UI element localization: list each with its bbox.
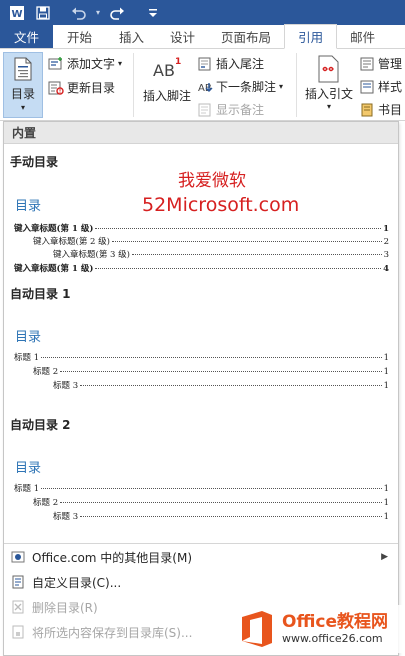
ribbon-tabs: 文件 开始 插入 设计 页面布局 引用 邮件 <box>0 24 405 49</box>
undo-dropdown-icon[interactable]: ▾ <box>94 2 102 24</box>
manage-sources-icon <box>360 57 374 70</box>
insert-citation-button[interactable]: 插入引文 ▾ <box>303 55 355 111</box>
auto-toc-1-line: 标题 31 <box>53 381 389 391</box>
gallery-header-builtin: 内置 <box>4 122 398 144</box>
auto-toc-1-line: 标题 21 <box>33 367 389 377</box>
insert-footnote-button[interactable]: AB 1 插入脚注 <box>142 55 192 104</box>
office26-logo: Office教程网 www.office26.com <box>238 605 403 653</box>
next-footnote-icon: AB <box>198 82 213 94</box>
auto-toc-2-title: 自动目录 2 <box>10 418 71 432</box>
chevron-down-icon: ▾ <box>326 102 331 111</box>
svg-text:W: W <box>11 9 22 20</box>
svg-text:!: ! <box>59 89 61 95</box>
next-footnote-button[interactable]: AB 下一条脚注 ▾ <box>197 78 283 95</box>
auto-toc-1-title: 自动目录 1 <box>10 287 71 301</box>
insert-endnote-button[interactable]: 插入尾注 <box>197 55 264 72</box>
show-notes-button[interactable]: 显示备注 <box>197 101 264 118</box>
bibliography-button[interactable]: 书目 <box>360 101 402 118</box>
auto-toc-1-preview-title: 目录 <box>15 330 42 345</box>
manual-toc-line: 键入章标题(第 3 级) 3 <box>53 250 389 260</box>
manual-toc-line: 键入章标题(第 2 级) 2 <box>33 237 389 247</box>
tab-insert[interactable]: 插入 <box>106 24 157 48</box>
update-toc-button[interactable]: ! 更新目录 <box>48 79 115 96</box>
more-tocs-office-com[interactable]: Office.com 中的其他目录(M) ▶ <box>4 545 398 569</box>
tab-design[interactable]: 设计 <box>157 24 208 48</box>
insert-citation-icon <box>318 55 339 83</box>
watermark-line1: 我爱微软 <box>178 171 246 191</box>
tab-mailings[interactable]: 邮件 <box>337 24 388 48</box>
save-to-gallery-icon <box>12 625 24 639</box>
submenu-arrow-icon: ▶ <box>381 552 388 562</box>
watermark-line2: 52Microsoft.com <box>142 194 300 216</box>
logo-url-text: www.office26.com <box>282 632 383 645</box>
insert-endnote-icon <box>198 57 211 70</box>
add-text-icon <box>48 56 62 69</box>
auto-toc-2-preview[interactable]: 目录 标题 11 标题 21 标题 31 <box>9 435 393 535</box>
show-notes-icon <box>198 103 211 116</box>
tab-references[interactable]: 引用 <box>284 24 338 49</box>
svg-text:AB: AB <box>153 61 175 80</box>
chevron-down-icon: ▾ <box>118 59 123 68</box>
office-com-icon <box>11 551 25 563</box>
manual-toc-title: 手动目录 <box>10 155 59 169</box>
manual-toc-line: 键入章标题(第 1 级) 4 <box>14 264 389 274</box>
citation-style-icon <box>360 80 374 93</box>
auto-toc-2-line: 标题 31 <box>53 512 389 522</box>
logo-brand-text: Office教程网 <box>282 612 389 632</box>
auto-toc-1-line: 标题 11 <box>14 353 389 363</box>
word-app-icon[interactable]: W <box>6 2 28 24</box>
quick-access-toolbar: W ▾ <box>0 0 405 25</box>
auto-toc-1-preview[interactable]: 目录 标题 11 标题 21 标题 31 <box>9 304 393 399</box>
table-of-contents-button[interactable]: 目录 ▾ <box>3 52 43 118</box>
auto-toc-2-line: 标题 11 <box>14 484 389 494</box>
svg-text:AB: AB <box>198 83 212 94</box>
remove-toc-icon <box>12 600 24 614</box>
tab-page-layout[interactable]: 页面布局 <box>208 24 284 48</box>
ribbon-references: 目录 ▾ 添加文字 ▾ ! 更新目录 AB 1 插入脚注 插入尾注 AB 下一条脚… <box>0 49 405 121</box>
svg-text:1: 1 <box>175 57 181 67</box>
toc-button-label: 目录 <box>10 87 35 101</box>
tab-file[interactable]: 文件 <box>0 24 53 48</box>
custom-toc-menu-item[interactable]: 自定义目录(C)... <box>4 570 398 594</box>
customize-qat-icon[interactable] <box>142 2 164 24</box>
save-icon[interactable] <box>32 2 54 24</box>
manual-toc-line: 键入章标题(第 1 级) 1 <box>14 224 389 234</box>
update-toc-icon: ! <box>48 81 64 95</box>
table-of-contents-icon <box>14 57 32 81</box>
add-text-button[interactable]: 添加文字 ▾ <box>48 55 122 72</box>
undo-icon[interactable] <box>68 2 90 24</box>
manage-sources-button[interactable]: 管理 <box>360 55 402 72</box>
chevron-down-icon: ▾ <box>279 82 284 91</box>
citation-style-button[interactable]: 样式 <box>360 78 402 95</box>
chevron-down-icon: ▾ <box>20 103 25 112</box>
manual-toc-preview-title: 目录 <box>15 199 42 214</box>
insert-footnote-icon: AB 1 <box>153 57 181 80</box>
bibliography-icon <box>361 103 373 116</box>
custom-toc-icon <box>12 575 24 589</box>
auto-toc-2-preview-title: 目录 <box>15 461 42 476</box>
redo-icon[interactable] <box>106 2 128 24</box>
office-logo-icon <box>238 609 276 649</box>
auto-toc-2-line: 标题 21 <box>33 498 389 508</box>
toc-gallery-dropdown: 内置 手动目录 目录 键入章标题(第 1 级) 1 键入章标题(第 2 级) 2 键… <box>3 121 399 656</box>
tab-home[interactable]: 开始 <box>53 24 106 48</box>
